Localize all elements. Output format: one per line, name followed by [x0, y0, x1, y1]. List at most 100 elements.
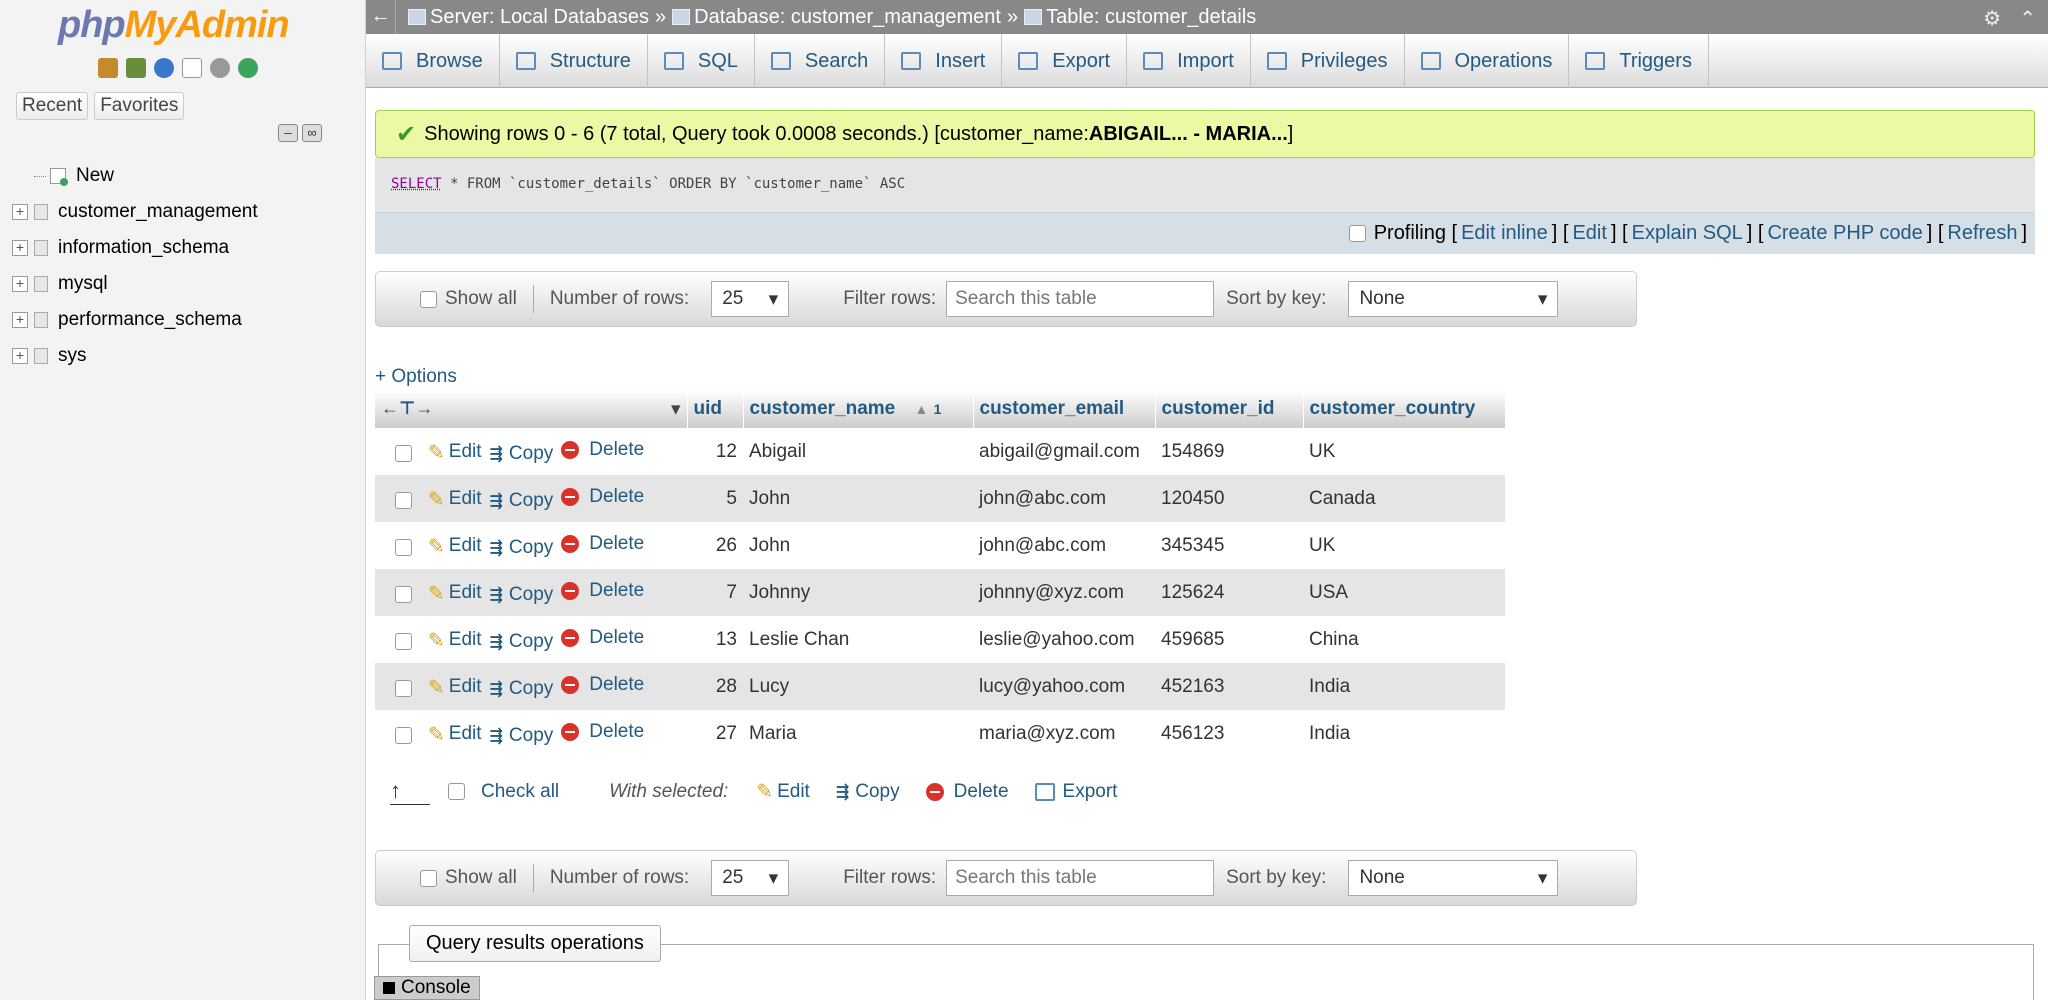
cell-customer-country[interactable]: India	[1303, 663, 1505, 710]
cell-customer-name[interactable]: John	[743, 475, 973, 522]
cell-customer-country[interactable]: UK	[1303, 522, 1505, 569]
row-delete-button[interactable]: Delete	[561, 721, 644, 743]
profiling-checkbox[interactable]	[1348, 225, 1366, 242]
row-copy-button[interactable]: ⇶ Copy	[490, 631, 554, 653]
cell-customer-email[interactable]: leslie@yahoo.com	[973, 616, 1155, 663]
row-checkbox[interactable]	[395, 632, 412, 650]
cell-uid[interactable]: 5	[687, 475, 743, 522]
cell-uid[interactable]: 28	[687, 663, 743, 710]
show-all-label[interactable]: Show all	[445, 288, 517, 310]
database-name[interactable]: mysql	[58, 273, 108, 295]
cell-customer-name[interactable]: Abigail	[743, 428, 973, 475]
collapse-sidebar-icon[interactable]: ←	[366, 0, 396, 34]
database-item[interactable]: + mysql	[12, 266, 258, 302]
row-delete-button[interactable]: Delete	[561, 674, 644, 696]
edit-query-link[interactable]: Edit	[1572, 222, 1606, 245]
bulk-edit-button[interactable]: ✎ Edit	[756, 779, 810, 804]
collapse-menu-icon[interactable]: ⌃	[2019, 6, 2036, 31]
check-all-checkbox[interactable]	[448, 783, 465, 800]
row-edit-button[interactable]: ✎ Edit	[428, 675, 482, 700]
cell-customer-id[interactable]: 459685	[1155, 616, 1303, 663]
row-checkbox[interactable]	[395, 491, 412, 509]
cell-customer-email[interactable]: john@abc.com	[973, 475, 1155, 522]
cell-customer-country[interactable]: China	[1303, 616, 1505, 663]
sql-keyword[interactable]: SELECT	[391, 176, 442, 192]
row-checkbox[interactable]	[395, 726, 412, 744]
cell-customer-country[interactable]: Canada	[1303, 475, 1505, 522]
bulk-copy-button[interactable]: ⇶ Copy	[836, 781, 900, 803]
link-with-main-icon[interactable]: ∞	[302, 124, 322, 142]
row-edit-button[interactable]: ✎ Edit	[428, 722, 482, 747]
row-checkbox[interactable]	[395, 444, 412, 462]
cell-customer-id[interactable]: 345345	[1155, 522, 1303, 569]
edit-inline-link[interactable]: Edit inline	[1461, 222, 1548, 245]
page-settings-icon[interactable]: ⚙	[1983, 6, 2001, 31]
row-copy-button[interactable]: ⇶ Copy	[490, 725, 554, 747]
check-all-label[interactable]: Check all	[481, 781, 559, 803]
database-item[interactable]: + information_schema	[12, 230, 258, 266]
cell-customer-id[interactable]: 154869	[1155, 428, 1303, 475]
show-all-label[interactable]: Show all	[445, 867, 517, 889]
tab-insert[interactable]: Insert	[885, 34, 1003, 88]
cell-customer-name[interactable]: Maria	[743, 710, 973, 757]
column-move-icon[interactable]: ←⊤→	[381, 398, 433, 418]
favorites-tab[interactable]: Favorites	[94, 92, 185, 120]
expand-icon[interactable]: +	[12, 348, 28, 364]
cell-uid[interactable]: 27	[687, 710, 743, 757]
filter-rows-input[interactable]: Search this table	[946, 860, 1215, 896]
cell-customer-name[interactable]: Johnny	[743, 569, 973, 616]
column-visibility-icon[interactable]: ▾	[671, 398, 681, 421]
database-item[interactable]: + performance_schema	[12, 302, 258, 338]
row-copy-button[interactable]: ⇶ Copy	[490, 537, 554, 559]
breadcrumb-server[interactable]: Server: Local Databases	[408, 6, 649, 29]
expand-icon[interactable]: +	[12, 240, 28, 256]
show-all-checkbox[interactable]	[420, 869, 437, 887]
expand-icon[interactable]: +	[12, 276, 28, 292]
options-toggle[interactable]: + Options	[375, 366, 457, 388]
cell-customer-id[interactable]: 452163	[1155, 663, 1303, 710]
cell-customer-country[interactable]: India	[1303, 710, 1505, 757]
database-name[interactable]: customer_management	[58, 201, 258, 223]
cell-customer-id[interactable]: 456123	[1155, 710, 1303, 757]
tab-privileges[interactable]: Privileges	[1251, 34, 1405, 88]
cell-customer-country[interactable]: USA	[1303, 569, 1505, 616]
tab-triggers[interactable]: Triggers	[1569, 34, 1709, 88]
collapse-all-icon[interactable]: –	[278, 124, 298, 142]
console-toggle[interactable]: Console	[374, 976, 480, 1000]
database-name[interactable]: performance_schema	[58, 309, 242, 331]
row-delete-button[interactable]: Delete	[561, 533, 644, 555]
row-copy-button[interactable]: ⇶ Copy	[490, 584, 554, 606]
expand-icon[interactable]: +	[12, 204, 28, 220]
row-delete-button[interactable]: Delete	[561, 580, 644, 602]
row-copy-button[interactable]: ⇶ Copy	[490, 490, 554, 512]
bulk-export-button[interactable]: Export	[1034, 781, 1117, 803]
column-header-customer-name[interactable]: customer_name ▲ 1	[743, 390, 974, 428]
documentation-icon[interactable]	[182, 58, 202, 78]
phpmyadmin-logo[interactable]: phpMyAdmin	[58, 4, 290, 47]
sort-by-key-select[interactable]: None ▾	[1348, 281, 1559, 317]
sql-query-display[interactable]: SELECT * FROM `customer_details` ORDER B…	[375, 158, 2035, 212]
database-name[interactable]: sys	[58, 345, 87, 367]
cell-uid[interactable]: 7	[687, 569, 743, 616]
sort-by-key-select[interactable]: None ▾	[1348, 860, 1559, 896]
tab-search[interactable]: Search	[755, 34, 886, 88]
tab-structure[interactable]: Structure	[500, 34, 648, 88]
breadcrumb-table[interactable]: Table: customer_details	[1024, 6, 1256, 29]
row-copy-button[interactable]: ⇶ Copy	[490, 443, 554, 465]
new-database-label[interactable]: New	[76, 165, 114, 187]
settings-icon[interactable]	[210, 58, 230, 78]
create-php-code-link[interactable]: Create PHP code	[1767, 222, 1922, 245]
database-name[interactable]: information_schema	[58, 237, 229, 259]
cell-customer-id[interactable]: 120450	[1155, 475, 1303, 522]
tab-export[interactable]: Export	[1002, 34, 1128, 88]
cell-customer-email[interactable]: maria@xyz.com	[973, 710, 1155, 757]
column-header-uid[interactable]: uid	[687, 390, 744, 428]
cell-customer-email[interactable]: abigail@gmail.com	[973, 428, 1155, 475]
row-checkbox[interactable]	[395, 538, 412, 556]
cell-customer-email[interactable]: johnny@xyz.com	[973, 569, 1155, 616]
row-copy-button[interactable]: ⇶ Copy	[490, 678, 554, 700]
cell-uid[interactable]: 12	[687, 428, 743, 475]
row-edit-button[interactable]: ✎ Edit	[428, 534, 482, 559]
query-window-icon[interactable]	[126, 58, 146, 78]
cell-customer-name[interactable]: Lucy	[743, 663, 973, 710]
